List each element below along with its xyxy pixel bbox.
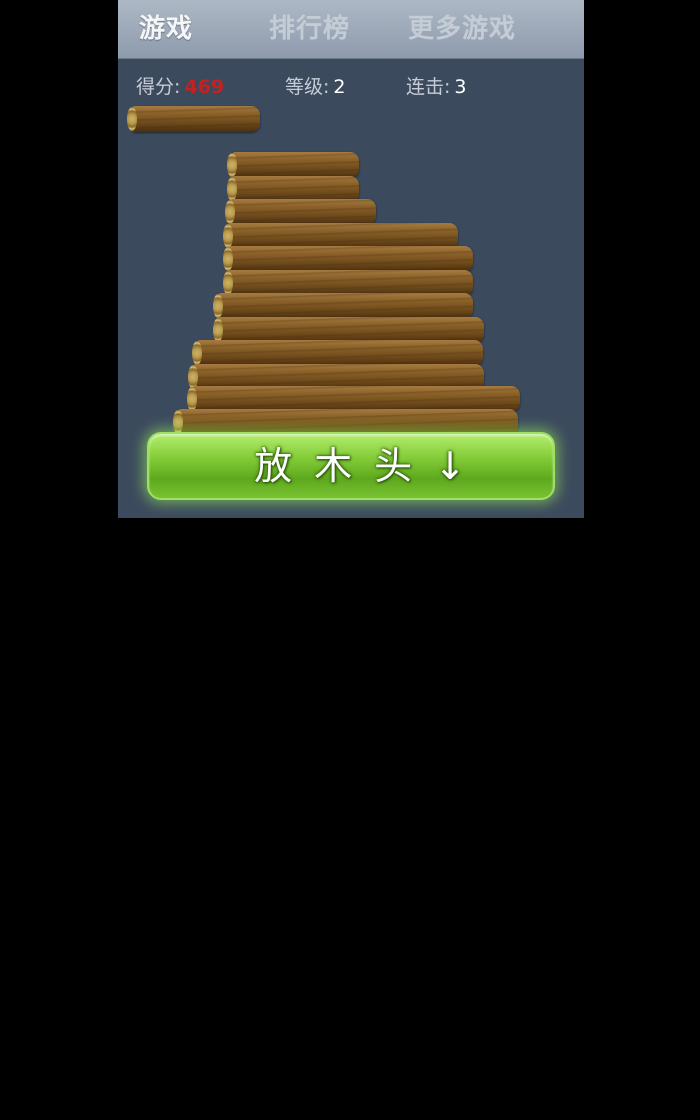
stacked-log bbox=[213, 293, 473, 319]
score-display: 得分: 469 bbox=[136, 72, 224, 99]
stacked-log bbox=[192, 340, 483, 366]
tab-bar: 游戏 排行榜 更多游戏 bbox=[118, 0, 584, 59]
game-frame: 游戏 排行榜 更多游戏 得分: 469 等级: 2 连击: 3 放木头↓ bbox=[118, 0, 584, 518]
level-value: 2 bbox=[333, 76, 346, 98]
stacked-log bbox=[223, 246, 473, 272]
combo-label: 连击: bbox=[406, 76, 451, 98]
drop-log-button-label: 放木头↓ bbox=[254, 444, 488, 488]
level-label: 等级: bbox=[285, 76, 330, 98]
score-value: 469 bbox=[184, 76, 225, 98]
tab-leaderboard[interactable]: 排行榜 bbox=[269, 0, 350, 58]
tab-game[interactable]: 游戏 bbox=[139, 0, 193, 58]
tab-more-games[interactable]: 更多游戏 bbox=[408, 0, 516, 58]
stacked-log bbox=[225, 199, 376, 225]
score-label: 得分: bbox=[136, 76, 181, 98]
drop-log-button[interactable]: 放木头↓ bbox=[147, 432, 555, 500]
stacked-log bbox=[227, 152, 359, 178]
combo-value: 3 bbox=[454, 76, 467, 98]
moving-log bbox=[127, 106, 260, 132]
combo-display: 连击: 3 bbox=[406, 72, 467, 99]
level-display: 等级: 2 bbox=[285, 72, 346, 99]
